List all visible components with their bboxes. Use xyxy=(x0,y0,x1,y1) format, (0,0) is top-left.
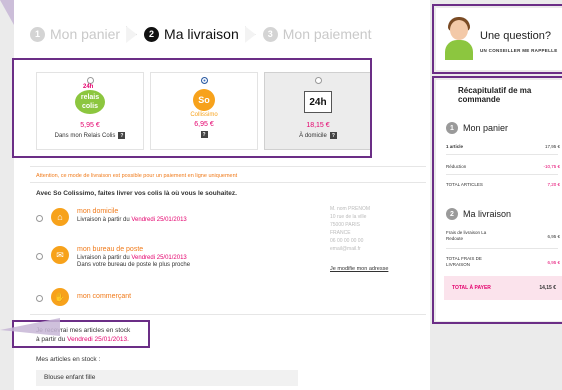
payment-notice: Attention, ce mode de livraison est poss… xyxy=(36,173,238,179)
option-radio[interactable] xyxy=(36,295,43,302)
step-delivery: 2 Ma livraison xyxy=(144,26,239,42)
envelope-icon: ✉ xyxy=(51,246,69,264)
divider xyxy=(30,166,426,167)
highlight-frame-help xyxy=(432,4,562,74)
step-label: Mon panier xyxy=(50,26,121,42)
divider xyxy=(30,182,426,183)
option-title: mon domicile xyxy=(77,208,119,215)
stock-items-label: Mes articles en stock : xyxy=(36,356,101,363)
option-title: mon bureau de poste xyxy=(77,246,144,253)
step-label: Ma livraison xyxy=(164,26,239,42)
step-label: Mon paiement xyxy=(282,26,372,42)
option-radio[interactable] xyxy=(36,215,43,222)
highlight-frame-summary xyxy=(432,76,562,324)
highlight-frame-options xyxy=(12,58,372,158)
chevron-right-icon xyxy=(126,22,138,46)
step-cart[interactable]: 1 Mon panier xyxy=(30,26,120,42)
step-number: 1 xyxy=(30,26,45,42)
checkout-panel: 1 Mon panier 2 Ma livraison 3 Mon paieme… xyxy=(12,0,430,390)
step-number: 3 xyxy=(262,26,278,42)
divider xyxy=(30,314,426,315)
modify-address-link[interactable]: Je modifie mon adresse xyxy=(330,266,388,272)
step-payment: 3 Mon paiement xyxy=(262,26,372,42)
option-title: mon commerçant xyxy=(77,293,132,300)
step-number: 2 xyxy=(144,26,160,42)
hand-icon: ✋ xyxy=(51,288,69,306)
house-icon: ⌂ xyxy=(51,208,69,226)
option-post-office[interactable]: ✉ mon bureau de poste Livraison à partir… xyxy=(36,246,190,268)
option-radio[interactable] xyxy=(36,253,43,260)
option-merchant[interactable]: ✋ mon commerçant xyxy=(36,288,131,306)
delivery-address: M. nom PRENOM 10 rue de la ville 75000 P… xyxy=(330,206,371,252)
chevron-right-icon xyxy=(245,22,257,46)
article-row: Blouse enfant fille xyxy=(36,370,298,386)
checkout-steps: 1 Mon panier 2 Ma livraison 3 Mon paieme… xyxy=(30,22,371,46)
so-colissimo-intro: Avec So Colissimo, faites livrer vos col… xyxy=(36,190,237,197)
option-domicile[interactable]: ⌂ mon domicile Livraison à partir du Ven… xyxy=(36,208,187,226)
